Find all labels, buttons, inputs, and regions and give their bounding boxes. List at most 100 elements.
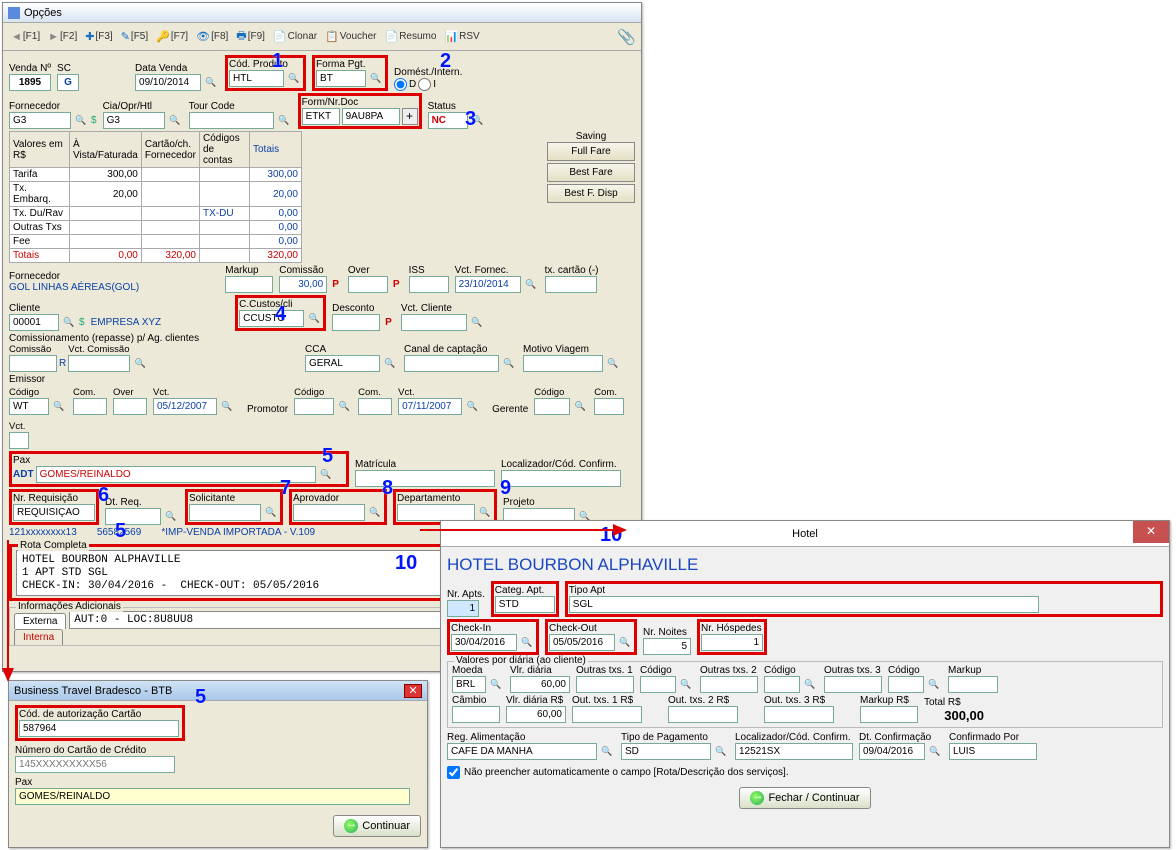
cca-search[interactable] <box>382 356 398 372</box>
hotel-checkin[interactable] <box>451 634 517 651</box>
venda-n[interactable] <box>9 74 51 91</box>
dt-req[interactable] <box>105 508 161 525</box>
hotel-close[interactable]: ✕ <box>1133 521 1169 543</box>
ccustos-input[interactable] <box>239 310 304 327</box>
hotel-out2[interactable] <box>700 676 758 693</box>
comissao-input[interactable] <box>279 276 327 293</box>
fornecedor[interactable] <box>9 112 71 129</box>
tb-clonar[interactable]: 📄Clonar <box>270 29 320 44</box>
promotor-com[interactable] <box>358 398 392 415</box>
hotel-out1[interactable] <box>576 676 634 693</box>
btb-pax[interactable] <box>15 788 410 805</box>
canal-search[interactable] <box>501 356 517 372</box>
hotel-conf-por[interactable] <box>949 743 1037 760</box>
pax-name[interactable] <box>36 466 316 483</box>
emissor-com[interactable] <box>73 398 107 415</box>
full-fare-button[interactable]: Full Fare <box>547 142 635 161</box>
hotel-dt-conf[interactable] <box>859 743 925 760</box>
vct-comissao[interactable] <box>68 355 130 372</box>
cod-produto[interactable] <box>229 70 284 87</box>
forma-pgt[interactable] <box>316 70 366 87</box>
hotel-cambio[interactable] <box>452 706 500 723</box>
solicitante[interactable] <box>189 504 261 521</box>
btb-cod-aut[interactable] <box>19 720 179 737</box>
btb-num-cartao[interactable] <box>15 756 175 773</box>
hotel-cod1[interactable] <box>640 676 676 693</box>
hotel-hospedes[interactable] <box>701 634 763 651</box>
tab-interna[interactable]: Interna <box>14 629 63 645</box>
emissor-over[interactable] <box>113 398 147 415</box>
vct-fornec[interactable] <box>455 276 521 293</box>
canal-input[interactable] <box>404 355 499 372</box>
status[interactable] <box>428 112 468 129</box>
departamento[interactable] <box>397 504 475 521</box>
hotel-markuprs[interactable] <box>860 706 918 723</box>
tb-rsv[interactable]: 📊RSV <box>441 29 482 44</box>
cod-produto-search[interactable] <box>286 71 302 87</box>
tb-f1[interactable]: ◄[F1] <box>8 30 43 44</box>
hotel-out3[interactable] <box>824 676 882 693</box>
tb-f8[interactable]: 👁[F8] <box>193 29 231 44</box>
hotel-checkout[interactable] <box>549 634 615 651</box>
clip-icon[interactable]: 📎 <box>617 28 636 46</box>
tourcode[interactable] <box>189 112 274 129</box>
cliente-input[interactable] <box>9 314 59 331</box>
nrdoc-plus[interactable]: + <box>402 108 418 125</box>
tb-f3[interactable]: ✚[F3] <box>82 29 115 44</box>
hotel-out1rs[interactable] <box>572 706 642 723</box>
comissao-r-input[interactable] <box>9 355 57 372</box>
emissor-vct[interactable] <box>153 398 217 415</box>
over-input[interactable] <box>348 276 388 293</box>
hotel-out3rs[interactable] <box>764 706 834 723</box>
btb-close[interactable]: ✕ <box>404 684 422 698</box>
gerente-vct[interactable] <box>9 432 29 449</box>
tb-resumo[interactable]: 📄Resumo <box>382 29 440 44</box>
form[interactable] <box>302 108 340 125</box>
dom-i-radio[interactable]: I <box>418 78 436 91</box>
pax-search[interactable] <box>318 467 334 483</box>
best-f-disp-button[interactable]: Best F. Disp <box>547 184 635 203</box>
vct-fornec-search[interactable] <box>523 277 539 293</box>
btb-continuar[interactable]: Continuar <box>333 815 421 837</box>
emissor-search[interactable] <box>51 399 67 415</box>
dom-d-radio[interactable]: D <box>394 78 416 91</box>
hotel-tipo[interactable] <box>569 596 1039 613</box>
tab-externa[interactable]: Externa <box>14 613 66 629</box>
gerente-com[interactable] <box>594 398 624 415</box>
sc[interactable] <box>57 74 79 91</box>
hotel-noites[interactable] <box>643 638 691 655</box>
iss-input[interactable] <box>409 276 449 293</box>
tb-f9[interactable]: 🖶[F9] <box>233 26 268 47</box>
data-venda[interactable] <box>135 74 201 91</box>
tb-f5[interactable]: ✎[F5] <box>118 29 151 44</box>
promotor-vct[interactable] <box>398 398 462 415</box>
hotel-moeda[interactable] <box>452 676 486 693</box>
hotel-markup[interactable] <box>948 676 998 693</box>
forma-pgt-search[interactable] <box>368 71 384 87</box>
cia-search[interactable] <box>167 113 183 129</box>
fornecedor-search[interactable] <box>73 113 89 129</box>
data-venda-search[interactable] <box>203 75 219 91</box>
hotel-tipo-pag[interactable] <box>621 743 711 760</box>
desconto-input[interactable] <box>332 314 380 331</box>
tx-cartao-input[interactable] <box>545 276 597 293</box>
promotor-cod[interactable] <box>294 398 334 415</box>
hotel-out2rs[interactable] <box>668 706 738 723</box>
hotel-fechar[interactable]: Fechar / Continuar <box>739 787 870 809</box>
hotel-cod3[interactable] <box>888 676 924 693</box>
motivo-input[interactable] <box>523 355 603 372</box>
hotel-chk[interactable]: Não preencher automaticamente o campo [R… <box>447 766 1163 779</box>
aprovador[interactable] <box>293 504 365 521</box>
hotel-vlr-diaria-rs[interactable] <box>506 706 566 723</box>
motivo-search[interactable] <box>605 356 621 372</box>
vct-cliente[interactable] <box>401 314 467 331</box>
hotel-nr-apts[interactable] <box>447 600 479 617</box>
localizador-input[interactable] <box>501 470 621 487</box>
markup-input[interactable] <box>225 276 273 293</box>
gerente-cod[interactable] <box>534 398 570 415</box>
cliente-search[interactable] <box>61 315 77 331</box>
cia[interactable] <box>103 112 165 129</box>
nr-req[interactable] <box>13 504 95 521</box>
hotel-reg-alim[interactable] <box>447 743 597 760</box>
hotel-cod2[interactable] <box>764 676 800 693</box>
